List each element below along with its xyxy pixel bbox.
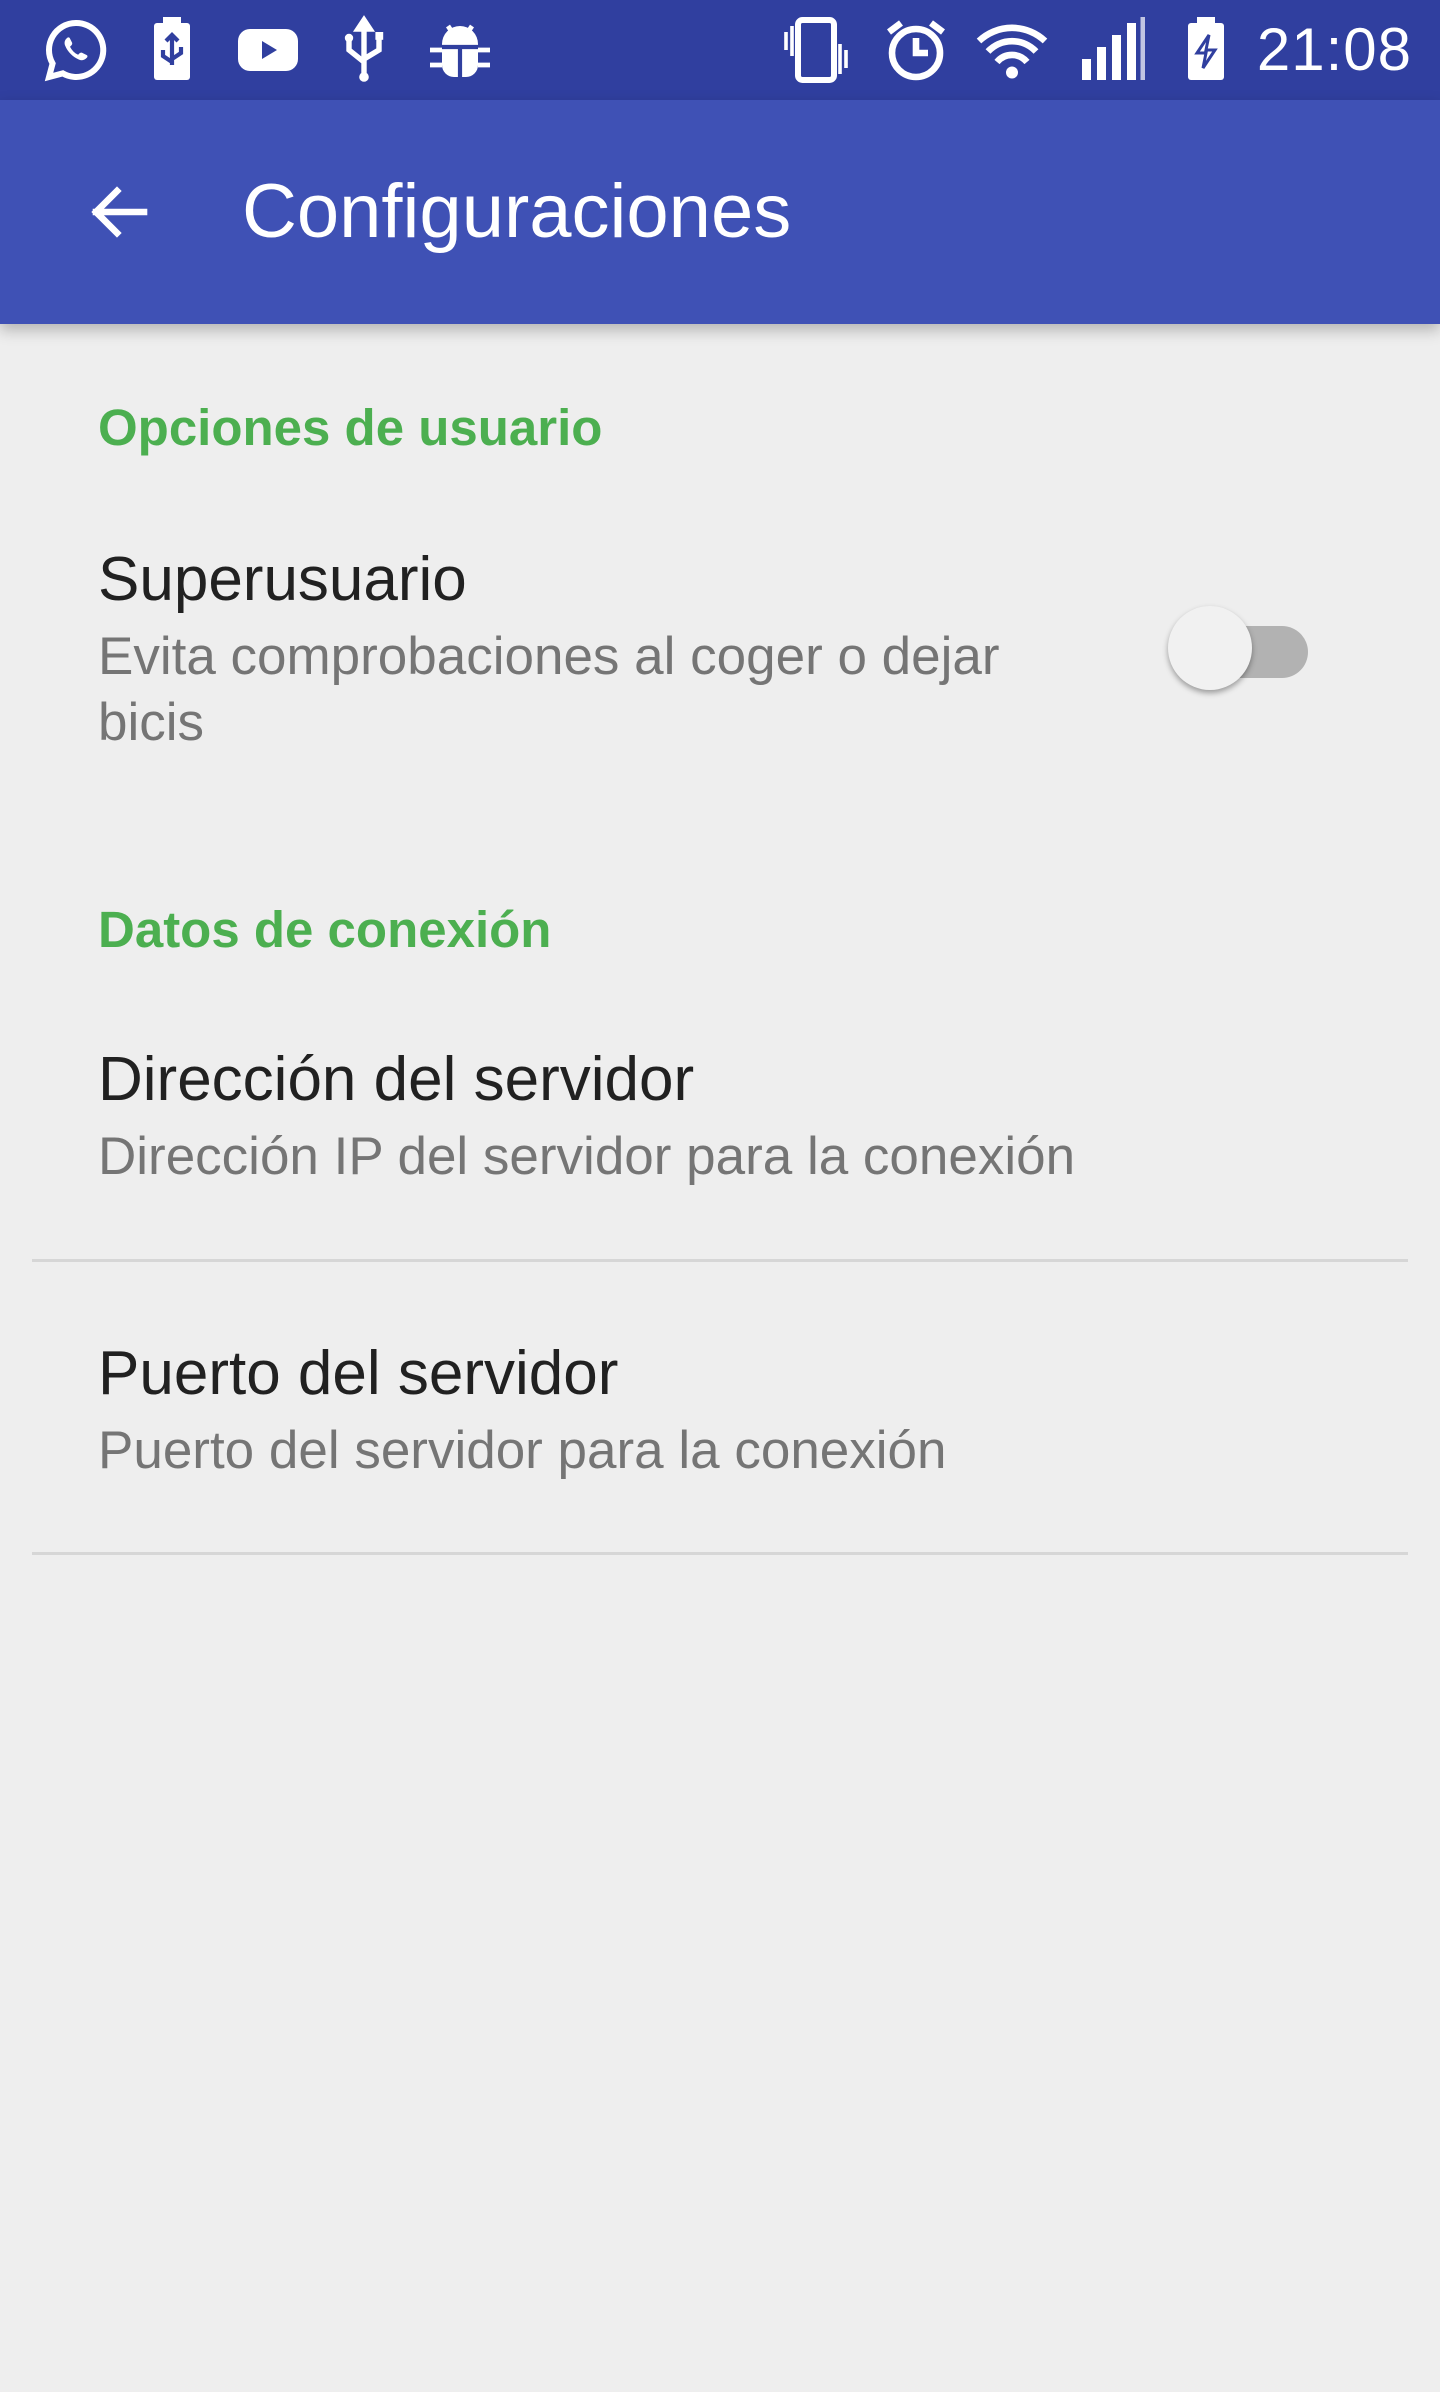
- toolbar: Configuraciones: [0, 100, 1440, 324]
- usb-storage-icon: [136, 14, 208, 86]
- alarm-icon: [880, 14, 952, 86]
- battery-charging-icon: [1170, 14, 1242, 86]
- pref-server-address-title: Dirección del servidor: [98, 1045, 695, 1114]
- pref-superuser-summary: Evita comprobaciones al coger o dejar bi…: [98, 627, 1000, 752]
- signal-icon: [1076, 14, 1148, 86]
- wifi-icon: [976, 14, 1048, 86]
- back-button[interactable]: [56, 148, 184, 276]
- status-bar: 21:08: [0, 0, 1440, 100]
- pref-server-port-summary: Puerto del servidor para la conexión: [98, 1421, 947, 1480]
- divider: [32, 1259, 1408, 1262]
- divider: [32, 1552, 1408, 1555]
- pref-server-address[interactable]: Dirección del servidor Dirección IP del …: [0, 1000, 1440, 1260]
- category-user-options: Opciones de usuario: [98, 399, 603, 456]
- android-debug-icon: [424, 14, 496, 86]
- whatsapp-icon: [40, 14, 112, 86]
- usb-icon: [328, 14, 400, 86]
- vibrate-icon: [780, 14, 852, 86]
- youtube-icon: [232, 14, 304, 86]
- pref-superuser-title: Superusuario: [98, 545, 467, 614]
- pref-server-port-title: Puerto del servidor: [98, 1339, 619, 1408]
- pref-server-address-summary: Dirección IP del servidor para la conexi…: [98, 1127, 1076, 1186]
- pref-server-port[interactable]: Puerto del servidor Puerto del servidor …: [0, 1294, 1440, 1552]
- arrow-back-icon: [91, 186, 148, 238]
- toggle-thumb: [1168, 606, 1252, 690]
- page-title: Configuraciones: [242, 169, 792, 254]
- clock: 21:08: [1256, 16, 1412, 83]
- category-connection: Datos de conexión: [98, 901, 552, 958]
- superuser-toggle[interactable]: [1168, 600, 1312, 690]
